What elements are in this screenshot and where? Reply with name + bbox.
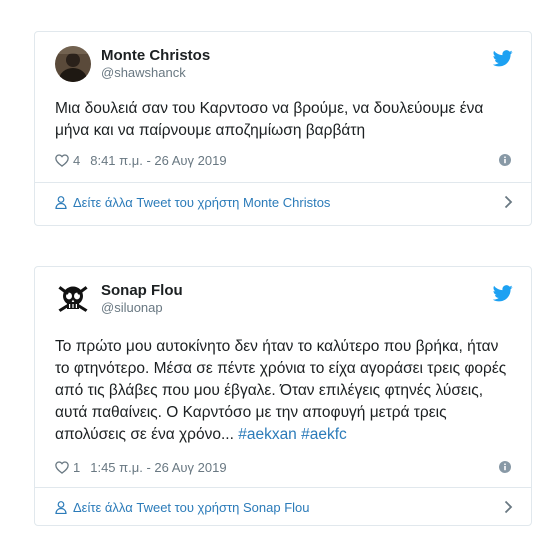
chevron-right-icon[interactable] bbox=[504, 500, 513, 514]
hashtag-link[interactable]: #aekxan bbox=[238, 426, 297, 443]
more-tweets-label[interactable]: Δείτε άλλα Tweet του χρήστη Monte Christ… bbox=[73, 195, 330, 210]
like-count[interactable]: 1 bbox=[73, 460, 80, 475]
tweet-card: Monte Christos @shawshanck Μια δουλειά σ… bbox=[34, 31, 532, 226]
tweet-timestamp[interactable]: 1:45 π.μ. - 26 Αυγ 2019 bbox=[90, 460, 226, 475]
more-tweets-label[interactable]: Δείτε άλλα Tweet του χρήστη Sonap Flou bbox=[73, 500, 310, 515]
more-tweets-link[interactable]: Δείτε άλλα Tweet του χρήστη Sonap Flou bbox=[55, 488, 513, 526]
author-name[interactable]: Monte Christos bbox=[101, 47, 210, 65]
person-icon bbox=[55, 195, 67, 209]
like-count[interactable]: 4 bbox=[73, 153, 80, 168]
avatar[interactable] bbox=[55, 281, 91, 317]
person-icon bbox=[55, 500, 67, 514]
tweet-timestamp[interactable]: 8:41 π.μ. - 26 Αυγ 2019 bbox=[90, 153, 226, 168]
author-handle[interactable]: @shawshanck bbox=[101, 65, 210, 81]
chevron-right-icon[interactable] bbox=[504, 195, 513, 209]
info-icon[interactable] bbox=[499, 461, 511, 473]
heart-icon[interactable] bbox=[55, 460, 69, 474]
author-handle[interactable]: @siluonap bbox=[101, 300, 183, 316]
author-name[interactable]: Sonap Flou bbox=[101, 282, 183, 300]
hashtag-link[interactable]: #aekfc bbox=[301, 426, 347, 443]
tweet-card: Sonap Flou @siluonap Το πρώτο μου αυτοκί… bbox=[34, 266, 532, 526]
tweet-author[interactable]: Monte Christos @shawshanck bbox=[55, 46, 210, 82]
tweet-text: Το πρώτο μου αυτοκίνητο δεν ήταν το καλύ… bbox=[55, 336, 511, 446]
twitter-bird-icon[interactable] bbox=[493, 50, 513, 67]
tweet-meta: 4 8:41 π.μ. - 26 Αυγ 2019 bbox=[55, 151, 511, 169]
tweet-text: Μια δουλειά σαν του Καρντοσο να βρούμε, … bbox=[55, 100, 484, 139]
tweet-author[interactable]: Sonap Flou @siluonap bbox=[55, 281, 183, 317]
info-icon[interactable] bbox=[499, 154, 511, 166]
more-tweets-link[interactable]: Δείτε άλλα Tweet του χρήστη Monte Christ… bbox=[55, 183, 513, 221]
twitter-bird-icon[interactable] bbox=[493, 285, 513, 302]
avatar[interactable] bbox=[55, 46, 91, 82]
heart-icon[interactable] bbox=[55, 153, 69, 167]
tweet-meta: 1 1:45 π.μ. - 26 Αυγ 2019 bbox=[55, 458, 511, 476]
